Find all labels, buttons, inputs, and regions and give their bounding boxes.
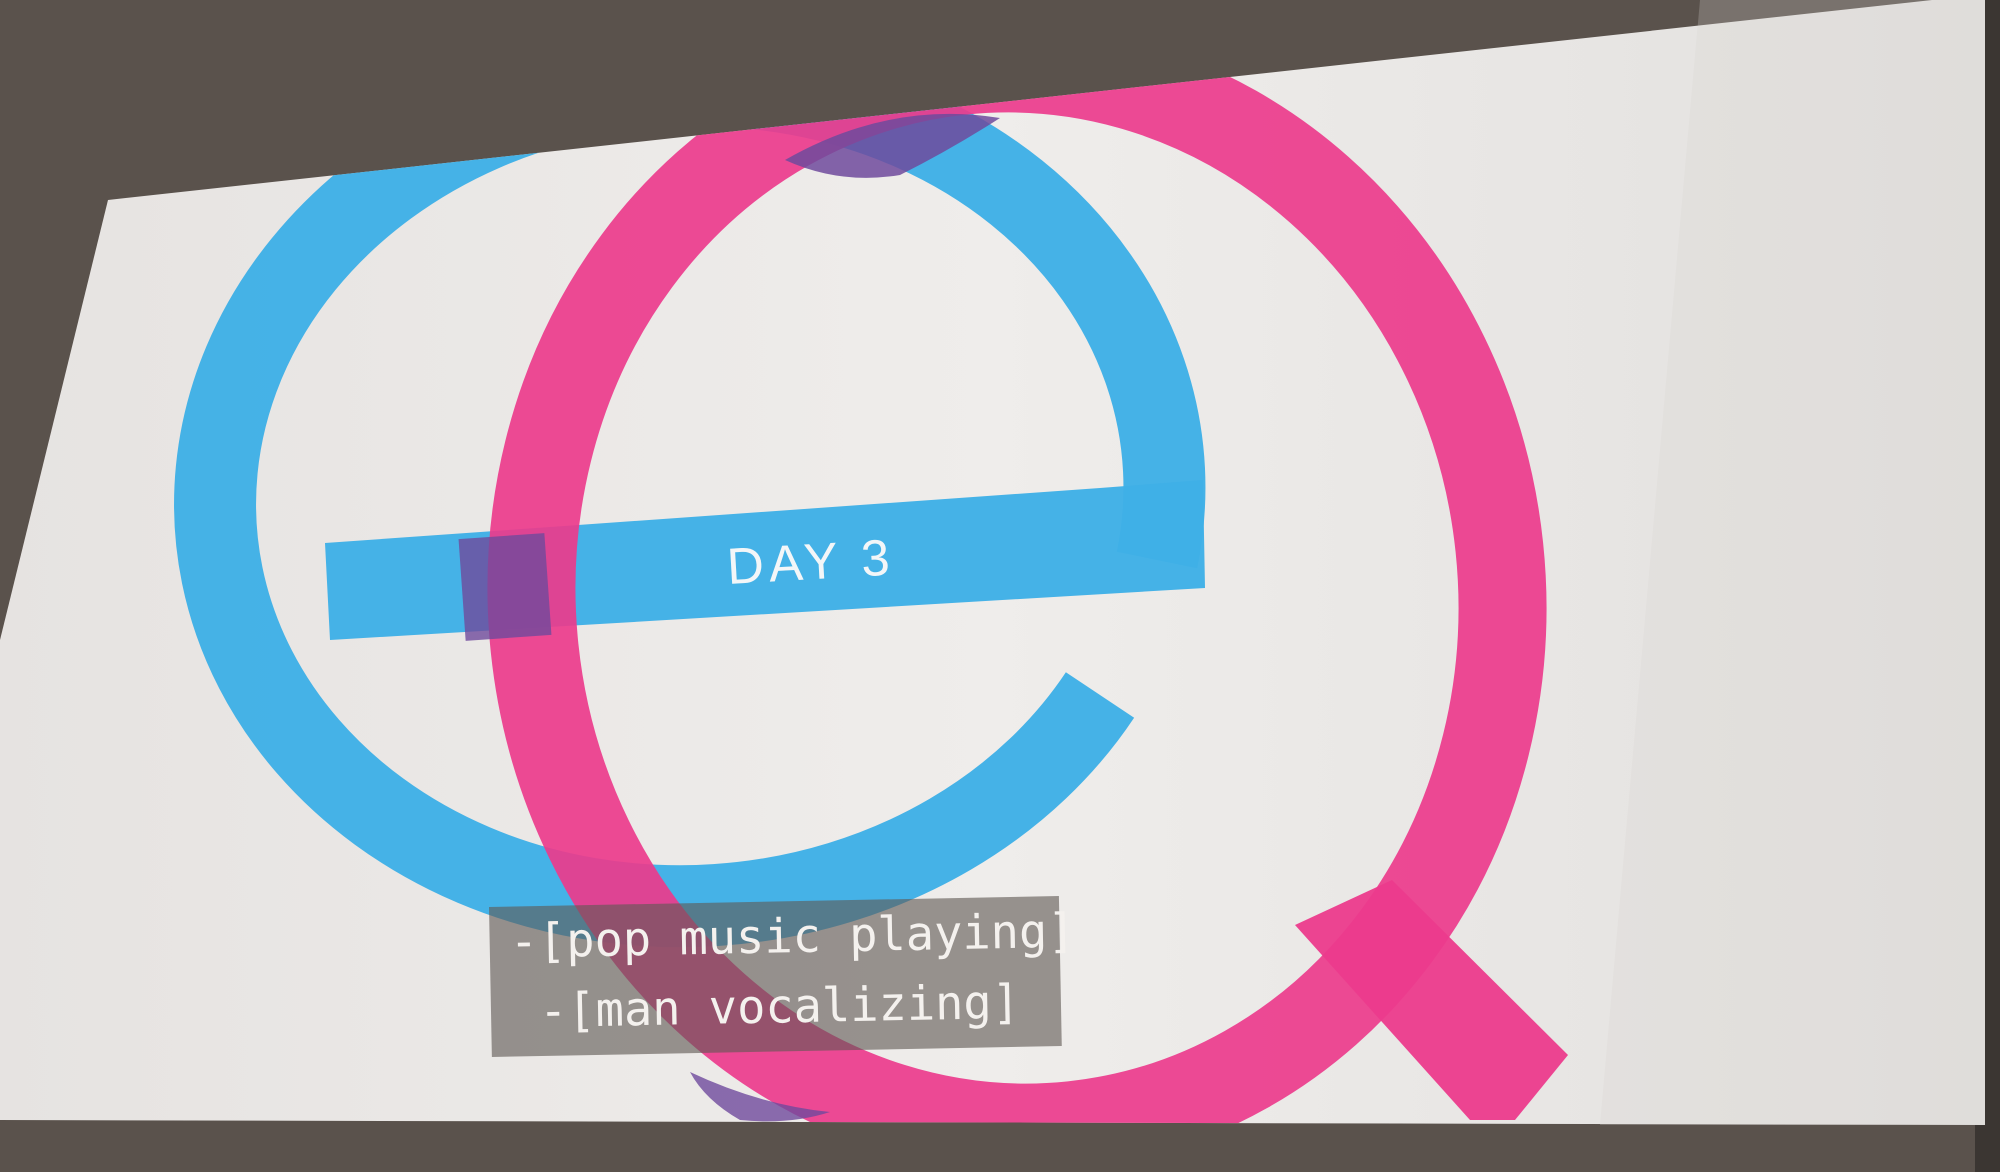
photo-frame: DAY 3 -[pop music playing] -[man vocaliz… [0,0,2000,1172]
caption-line-2: -[man vocalizing] [538,974,1021,1040]
closed-caption-box: -[pop music playing] -[man vocalizing] [489,896,1076,1057]
caption-line-1: -[pop music playing] [509,903,1077,970]
overlap-left [458,533,552,641]
slide-title: DAY 3 [725,528,896,595]
